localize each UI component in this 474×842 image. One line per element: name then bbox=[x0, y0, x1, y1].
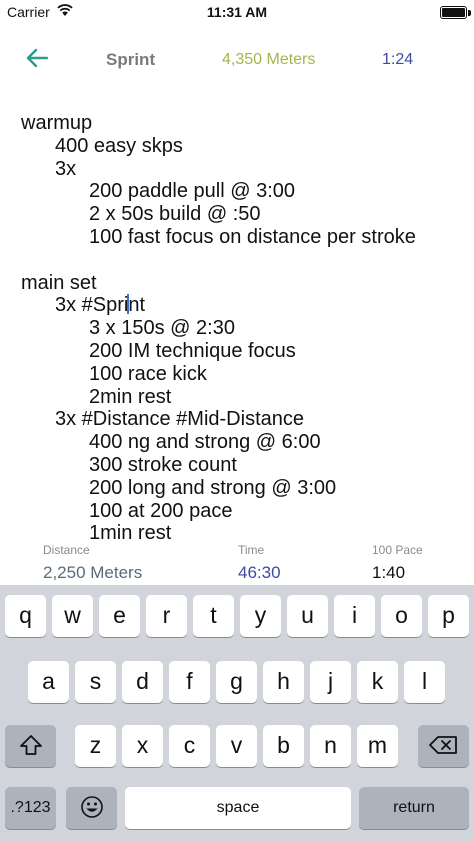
status-bar: Carrier 11:31 AM bbox=[0, 0, 474, 26]
workout-header: Sprint 4,350 Meters 1:24 bbox=[0, 40, 474, 80]
battery-nub bbox=[468, 10, 471, 16]
key-l[interactable]: l bbox=[404, 661, 445, 703]
workout-line: 100 at 200 pace bbox=[89, 499, 233, 522]
space-key[interactable]: space bbox=[125, 787, 351, 829]
distance-value: 2,250 Meters bbox=[43, 563, 143, 582]
workout-line: 3x bbox=[55, 157, 77, 180]
clock: 11:31 AM bbox=[206, 4, 268, 20]
key-q[interactable]: q bbox=[5, 595, 46, 637]
workout-line: 200 IM technique focus bbox=[89, 339, 296, 362]
workout-line: 2 x 50s build @ :50 bbox=[89, 203, 261, 226]
key-e[interactable]: e bbox=[99, 595, 140, 637]
key-t[interactable]: t bbox=[193, 595, 234, 637]
time-label: Time bbox=[238, 543, 265, 557]
workout-line-text: nt bbox=[128, 294, 146, 317]
workout-line: main set bbox=[21, 271, 97, 294]
numbers-key[interactable]: .?123 bbox=[5, 787, 56, 829]
key-b[interactable]: b bbox=[263, 725, 304, 767]
workout-line: 400 easy skps bbox=[55, 134, 183, 157]
workout-line: 200 paddle pull @ 3:00 bbox=[89, 180, 296, 203]
set-summary: Distance 2,250 Meters Time 46:30 100 Pac… bbox=[0, 540, 474, 585]
delete-key[interactable] bbox=[418, 725, 469, 767]
workout-line bbox=[0, 249, 474, 272]
total-meters: 4,350 Meters bbox=[222, 51, 316, 68]
workout-line-text: 3x #Spri bbox=[55, 294, 129, 317]
key-n[interactable]: n bbox=[310, 725, 351, 767]
key-v[interactable]: v bbox=[216, 725, 257, 767]
return-key[interactable]: return bbox=[359, 787, 469, 829]
key-m[interactable]: m bbox=[357, 725, 398, 767]
workout-line: 200 long and strong @ 3:00 bbox=[89, 476, 337, 499]
workout-editor[interactable]: warmup 400 easy skps 3x 200 paddle pull @ 3… bbox=[0, 112, 474, 540]
workout-line: 1min rest bbox=[89, 522, 172, 540]
workout-title: Sprint bbox=[106, 50, 156, 69]
arrow-left-icon[interactable] bbox=[25, 47, 49, 69]
key-g[interactable]: g bbox=[216, 661, 257, 703]
key-a[interactable]: a bbox=[28, 661, 69, 703]
key-h[interactable]: h bbox=[263, 661, 304, 703]
key-o[interactable]: o bbox=[381, 595, 422, 637]
pace-value: 1:40 bbox=[372, 563, 406, 582]
key-c[interactable]: c bbox=[169, 725, 210, 767]
shift-icon bbox=[19, 735, 42, 755]
key-r[interactable]: r bbox=[146, 595, 187, 637]
emoji-icon bbox=[80, 796, 103, 818]
key-d[interactable]: d bbox=[122, 661, 163, 703]
header-pace: 1:24 bbox=[382, 51, 414, 68]
keyboard: q w e r t y u i o p a s d f g h j k l z … bbox=[0, 585, 474, 842]
distance-label: Distance bbox=[43, 543, 90, 557]
key-w[interactable]: w bbox=[52, 595, 93, 637]
key-j[interactable]: j bbox=[310, 661, 351, 703]
workout-line: 300 stroke count bbox=[89, 453, 237, 476]
workout-line: 100 fast focus on distance per stroke bbox=[89, 225, 416, 248]
workout-line: 2min rest bbox=[89, 385, 172, 408]
workout-line: 400 ng and strong @ 6:00 bbox=[89, 431, 321, 454]
workout-line: 3 x 150s @ 2:30 bbox=[89, 317, 235, 340]
key-i[interactable]: i bbox=[334, 595, 375, 637]
workout-line: 3x #Sprint bbox=[0, 294, 474, 317]
workout-line: 100 race kick bbox=[89, 362, 207, 385]
key-f[interactable]: f bbox=[169, 661, 210, 703]
emoji-key[interactable] bbox=[66, 787, 117, 829]
key-p[interactable]: p bbox=[428, 595, 469, 637]
key-z[interactable]: z bbox=[75, 725, 116, 767]
workout-line: warmup bbox=[21, 112, 93, 134]
battery-full-icon bbox=[440, 6, 467, 19]
key-k[interactable]: k bbox=[357, 661, 398, 703]
key-x[interactable]: x bbox=[122, 725, 163, 767]
time-value: 46:30 bbox=[238, 563, 281, 582]
pace-label: 100 Pace bbox=[372, 543, 423, 557]
backspace-icon bbox=[428, 736, 457, 754]
key-s[interactable]: s bbox=[75, 661, 116, 703]
shift-key[interactable] bbox=[5, 725, 56, 767]
key-y[interactable]: y bbox=[240, 595, 281, 637]
workout-line: 3x #Distance #Mid-Distance bbox=[55, 408, 304, 431]
key-u[interactable]: u bbox=[287, 595, 328, 637]
